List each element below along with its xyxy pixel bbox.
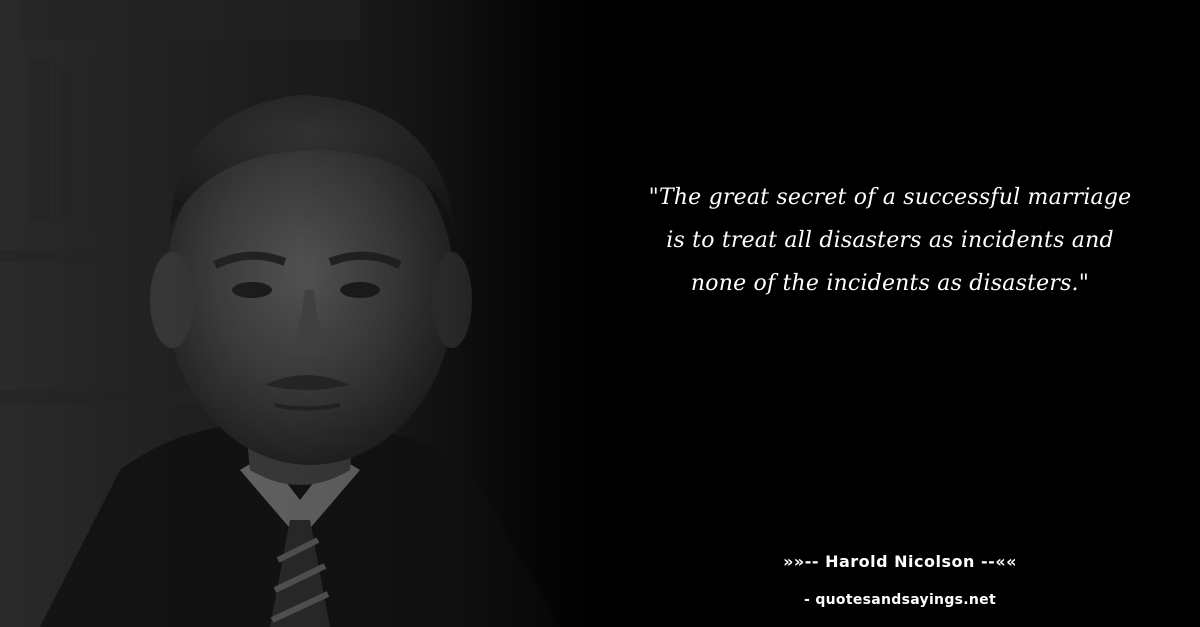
quote-block: "The great secret of a successful marria… — [640, 176, 1140, 305]
quote-text: "The great secret of a successful marria… — [648, 185, 1132, 296]
portrait-photo — [0, 0, 640, 627]
author-line: »»-- Harold Nicolson --«« — [783, 552, 1017, 571]
source-link: - quotesandsayings.net — [804, 592, 996, 608]
quote-card: "The great secret of a successful marria… — [0, 0, 1200, 627]
